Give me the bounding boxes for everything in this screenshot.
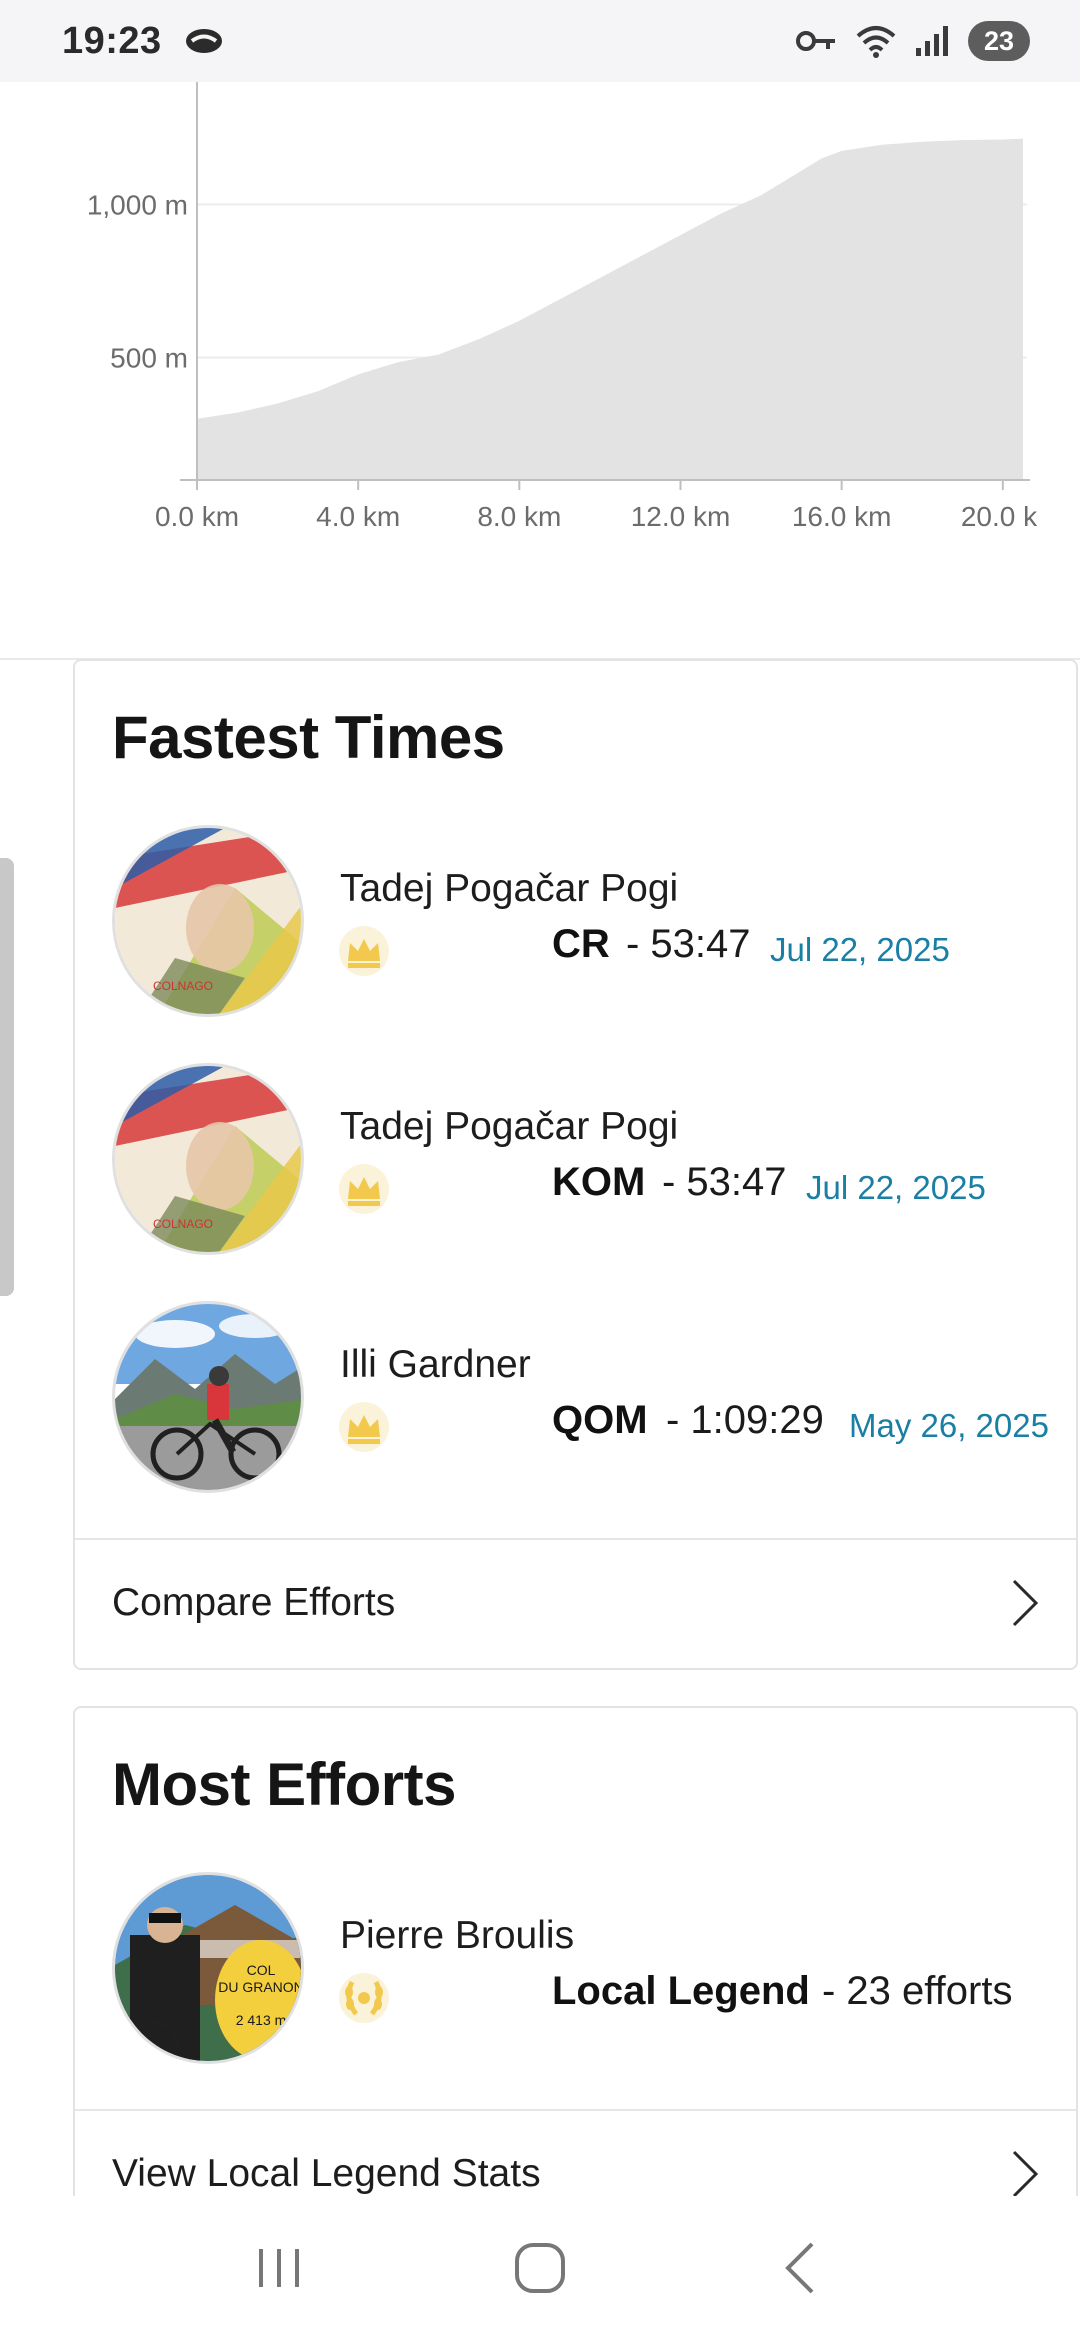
award-date: Jul 22, 2025 <box>770 931 950 968</box>
athlete-avatar[interactable]: COL DU GRANON 2 413 m <box>112 1872 304 2064</box>
award-date: May 26, 2025 <box>849 1407 1049 1444</box>
award-date: Jul 22, 2025 <box>806 1169 986 1206</box>
vpn-key-icon <box>796 31 835 51</box>
back-icon <box>785 2242 814 2294</box>
system-nav-bar <box>0 2196 1080 2340</box>
most-efforts-card: Most Efforts COL DU GRANON 2 413 m Pierr… <box>73 1706 1078 2266</box>
local-legend-entry[interactable]: COL DU GRANON 2 413 m Pierre Broulis Loc… <box>112 1872 1052 2064</box>
crown-icon <box>339 926 389 976</box>
y-tick-label: 1,000 m <box>87 189 188 220</box>
x-tick-label: 4.0 km <box>316 501 400 532</box>
sign-text-col: COL <box>247 1962 276 1978</box>
leaderboard-entry[interactable]: COLNAGO Tadej Pogačar Pogi KOM - 53:47 J… <box>112 1063 1052 1255</box>
y-tick-label: 500 m <box>110 343 188 374</box>
award-time: - 1:09:29 <box>666 1398 824 1442</box>
home-icon <box>515 2243 565 2293</box>
signal-icon <box>916 26 948 56</box>
effort-count: - 23 efforts <box>822 1969 1013 2013</box>
recents-icon <box>259 2249 299 2287</box>
back-button[interactable] <box>765 2233 835 2303</box>
svg-text:COLNAGO: COLNAGO <box>153 979 213 993</box>
x-tick-label: 0.0 km <box>155 501 239 532</box>
drawer-handle[interactable] <box>0 858 14 1296</box>
x-tick-label: 20.0 k <box>961 501 1038 532</box>
most-efforts-title: Most Efforts <box>112 1751 456 1818</box>
laurel-icon <box>339 1973 389 2023</box>
athlete-avatar[interactable] <box>112 1301 304 1493</box>
fastest-times-card: Fastest Times COLNAGO Tadej Pogačar Pogi <box>73 659 1078 1670</box>
wifi-icon <box>856 26 896 58</box>
compare-efforts-label: Compare Efforts <box>112 1581 396 1624</box>
award-label: KOM <box>552 1160 646 1204</box>
athlete-avatar[interactable]: COLNAGO <box>112 1063 304 1255</box>
recents-button[interactable] <box>245 2233 315 2303</box>
svg-text:COLNAGO: COLNAGO <box>153 1217 213 1231</box>
x-tick-label: 16.0 km <box>792 501 892 532</box>
crown-icon <box>339 1164 389 1214</box>
athlete-name[interactable]: Pierre Broulis <box>340 1914 574 1958</box>
battery-icon: 23 <box>968 21 1030 61</box>
home-button[interactable] <box>505 2233 575 2303</box>
leaderboard-entry[interactable]: Illi Gardner QOM - 1:09:29 May 26, 2025 <box>112 1301 1052 1493</box>
sign-text-name: DU GRANON <box>218 1979 304 1995</box>
chevron-right-icon <box>1012 2150 1039 2198</box>
chevron-right-icon <box>1012 1579 1039 1627</box>
sign-text-altitude: 2 413 m <box>236 2012 287 2028</box>
athlete-avatar[interactable]: COLNAGO <box>112 825 304 1017</box>
x-tick-label: 12.0 km <box>631 501 731 532</box>
status-bar: 19:23 23 <box>0 0 1080 82</box>
award-label: Local Legend <box>552 1969 810 2013</box>
elevation-area <box>197 138 1023 480</box>
award-label: QOM <box>552 1398 648 1442</box>
fastest-times-title: Fastest Times <box>112 704 505 771</box>
compare-efforts-row[interactable]: Compare Efforts <box>75 1538 1076 1666</box>
status-time: 19:23 <box>62 19 162 62</box>
screen: 19:23 23 500 m 1,000 m 0.0 km 4.0 km 8.0… <box>0 0 1080 2340</box>
award-label: CR <box>552 922 610 966</box>
view-local-legend-label: View Local Legend Stats <box>112 2152 541 2195</box>
messenger-icon <box>185 29 222 53</box>
athlete-name[interactable]: Tadej Pogačar Pogi <box>340 1105 678 1149</box>
award-time: - 53:47 <box>662 1160 787 1204</box>
crown-icon <box>339 1402 389 1452</box>
x-tick-label: 8.0 km <box>477 501 561 532</box>
athlete-name[interactable]: Tadej Pogačar Pogi <box>340 867 678 911</box>
elevation-chart-svg: 500 m 1,000 m 0.0 km 4.0 km 8.0 km 12.0 km 16… <box>87 82 1038 532</box>
elevation-chart[interactable]: 500 m 1,000 m 0.0 km 4.0 km 8.0 km 12.0 km 16… <box>0 82 1080 660</box>
leaderboard-entry[interactable]: COLNAGO Tadej Pogačar Pogi CR - 53:47 Ju… <box>112 825 1052 1017</box>
award-time: - 53:47 <box>626 922 751 966</box>
athlete-name[interactable]: Illi Gardner <box>340 1343 531 1387</box>
